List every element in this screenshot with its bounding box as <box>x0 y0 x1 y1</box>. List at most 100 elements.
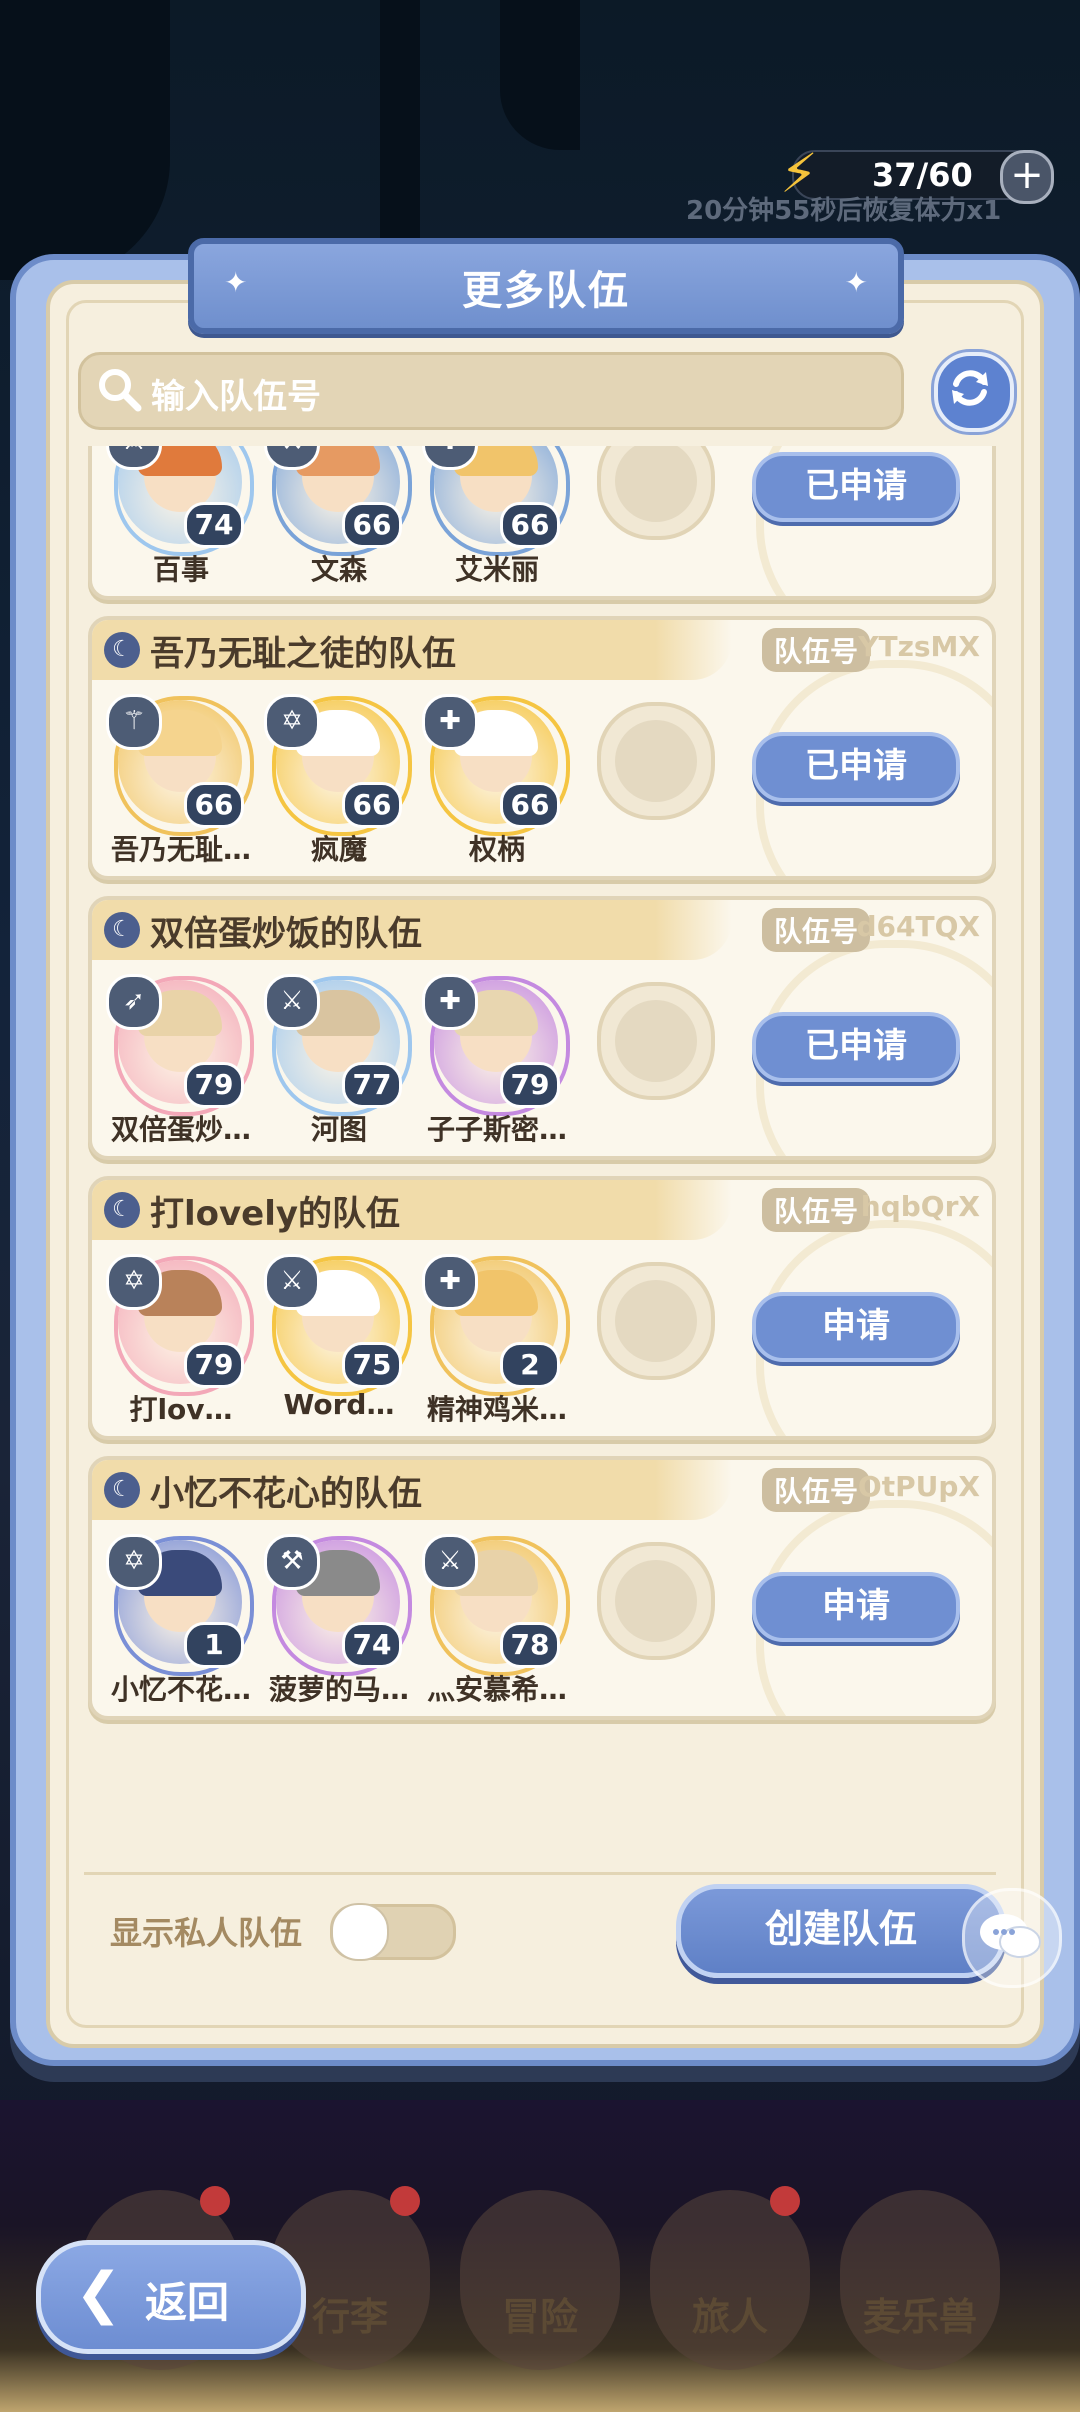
notification-dot <box>770 2186 800 2216</box>
create-team-button[interactable]: 创建队伍 <box>676 1884 1006 1978</box>
member-name: 百事 <box>152 553 209 586</box>
sword-icon: ⚔ <box>422 1534 478 1590</box>
team-member[interactable]: ⚚ 66 吾乃无耻… <box>106 694 256 870</box>
team-member[interactable]: ➶ 79 双倍蛋炒… <box>106 974 256 1150</box>
cat-silhouette-icon <box>615 720 697 802</box>
level-badge: 79 <box>184 1062 244 1108</box>
team-id: hqbQrX <box>860 1190 980 1223</box>
cross-icon: ✚ <box>422 1254 478 1310</box>
team-card: ☾ 双倍蛋炒饭的队伍 队伍号 d64TQX ➶ 79 双倍蛋炒… ⚔ 77 河图 <box>88 896 996 1160</box>
level-badge: 79 <box>500 1062 560 1108</box>
empty-member-slot <box>597 1262 715 1380</box>
divider <box>84 1872 996 1875</box>
team-member[interactable]: ✚ 66 艾米丽 <box>422 446 572 590</box>
private-team-toggle[interactable] <box>330 1903 456 1961</box>
team-member[interactable]: ⚔ 74 百事 <box>106 446 256 590</box>
team-card: ☾ 百事的队伍 队伍号 Yx7sJX ⚔ 74 百事 ⚒ 66 文森 <box>88 446 996 600</box>
chat-button[interactable] <box>962 1888 1062 1988</box>
applied-button[interactable]: 已申请 <box>752 1012 960 1082</box>
cross-icon: ✚ <box>422 974 478 1030</box>
team-card: ☾ 吾乃无耻之徒的队伍 队伍号 YTzsMX ⚚ 66 吾乃无耻… ✡ 66 疯… <box>88 616 996 880</box>
nav-item[interactable]: 冒险 <box>460 2190 620 2370</box>
team-emblem-icon: ☾ <box>104 632 140 668</box>
team-member[interactable]: ✚ 79 子子斯密… <box>422 974 572 1150</box>
level-badge: 74 <box>184 502 244 548</box>
applied-button[interactable]: 已申请 <box>752 732 960 802</box>
level-badge: 75 <box>342 1342 402 1388</box>
page-title: 更多队伍 <box>462 268 630 314</box>
team-id: OtPUpX <box>857 1470 980 1503</box>
team-member[interactable]: ⚔ 78 灬安慕希… <box>422 1534 572 1710</box>
member-name: 双倍蛋炒… <box>110 1113 251 1146</box>
nav-item[interactable]: 麦乐兽 <box>840 2190 1000 2370</box>
energy-value: 37/60 <box>872 156 973 194</box>
cat-silhouette-icon <box>615 446 697 522</box>
cat-silhouette-icon <box>615 1560 697 1642</box>
hammer-icon: ⚒ <box>264 1534 320 1590</box>
apply-button[interactable]: 申请 <box>752 1292 960 1362</box>
member-name: 打lov… <box>129 1393 233 1426</box>
team-member[interactable]: ⚒ 66 文森 <box>264 446 414 590</box>
empty-member-slot <box>597 702 715 820</box>
member-name: 文森 <box>310 553 367 586</box>
level-badge: 74 <box>342 1622 402 1668</box>
team-id: d64TQX <box>856 910 981 943</box>
search-icon <box>99 369 142 412</box>
wand-icon: ⚚ <box>106 694 162 750</box>
energy-recover-text: 20分钟55秒后恢复体力x1 <box>686 196 1002 226</box>
tree-trunk <box>380 0 420 240</box>
team-member[interactable]: ✡ 1 小忆不花… <box>106 1534 256 1710</box>
team-emblem-icon: ☾ <box>104 1472 140 1508</box>
toggle-knob <box>331 1903 389 1961</box>
refresh-button[interactable] <box>934 352 1014 432</box>
team-name: 吾乃无耻之徒的队伍 <box>150 634 456 674</box>
cross-icon: ✚ <box>422 694 478 750</box>
team-member[interactable]: ✡ 66 疯魔 <box>264 694 414 870</box>
team-name: 小忆不花心的队伍 <box>150 1474 422 1514</box>
nav-label: 旅人 <box>691 2295 768 2339</box>
team-member[interactable]: ⚒ 74 菠萝的马… <box>264 1534 414 1710</box>
notification-dot <box>390 2186 420 2216</box>
apply-button[interactable]: 申请 <box>752 1572 960 1642</box>
add-energy-button[interactable]: + <box>1000 150 1054 204</box>
team-member[interactable]: ✚ 66 权柄 <box>422 694 572 870</box>
team-member[interactable]: ⚔ 75 Word… <box>264 1254 414 1430</box>
level-badge: 66 <box>342 782 402 828</box>
level-badge: 79 <box>184 1342 244 1388</box>
back-button[interactable]: ❮ 返回 <box>36 2240 306 2354</box>
private-team-label: 显示私人队伍 <box>110 1914 303 1952</box>
team-list[interactable]: ☾ 百事的队伍 队伍号 Yx7sJX ⚔ 74 百事 ⚒ 66 文森 <box>80 446 1000 1824</box>
empty-member-slot <box>597 446 715 540</box>
nav-item[interactable]: 旅人 <box>650 2186 810 2370</box>
chat-icon <box>980 1914 1041 1958</box>
member-name: Word… <box>283 1388 395 1421</box>
team-card: ☾ 打lovely的队伍 队伍号 hqbQrX ✡ 79 打lov… ⚔ 75 … <box>88 1176 996 1440</box>
member-name: 吾乃无耻… <box>110 833 251 866</box>
empty-member-slot <box>597 982 715 1100</box>
team-emblem-icon: ☾ <box>104 1192 140 1228</box>
member-name: 精神鸡米… <box>426 1393 567 1426</box>
team-name: 打lovely的队伍 <box>150 1194 401 1234</box>
team-member[interactable]: ✚ 2 精神鸡米… <box>422 1254 572 1430</box>
cat-silhouette-icon <box>615 1280 697 1362</box>
member-name: 小忆不花… <box>110 1673 251 1706</box>
level-badge: 66 <box>500 782 560 828</box>
member-name: 艾米丽 <box>454 553 539 586</box>
back-label: 返回 <box>145 2278 230 2327</box>
level-badge: 77 <box>342 1062 402 1108</box>
member-name: 权柄 <box>468 833 525 866</box>
sword-icon: ⚔ <box>264 974 320 1030</box>
member-name: 河图 <box>310 1113 367 1146</box>
team-member[interactable]: ✡ 79 打lov… <box>106 1254 256 1430</box>
applied-button[interactable]: 已申请 <box>752 452 960 522</box>
team-card: ☾ 小忆不花心的队伍 队伍号 OtPUpX ✡ 1 小忆不花… ⚒ 74 菠萝的… <box>88 1456 996 1720</box>
team-member[interactable]: ⚔ 77 河图 <box>264 974 414 1150</box>
bow-icon: ➶ <box>106 974 162 1030</box>
team-id-label: 队伍号 <box>761 1188 870 1232</box>
member-name: 疯魔 <box>310 833 367 866</box>
member-name: 灬安慕希… <box>426 1673 567 1706</box>
team-id-label: 队伍号 <box>761 908 870 952</box>
search-input[interactable]: 输入队伍号 <box>78 352 904 430</box>
level-badge: 2 <box>500 1342 560 1388</box>
team-name: 双倍蛋炒饭的队伍 <box>150 914 422 954</box>
